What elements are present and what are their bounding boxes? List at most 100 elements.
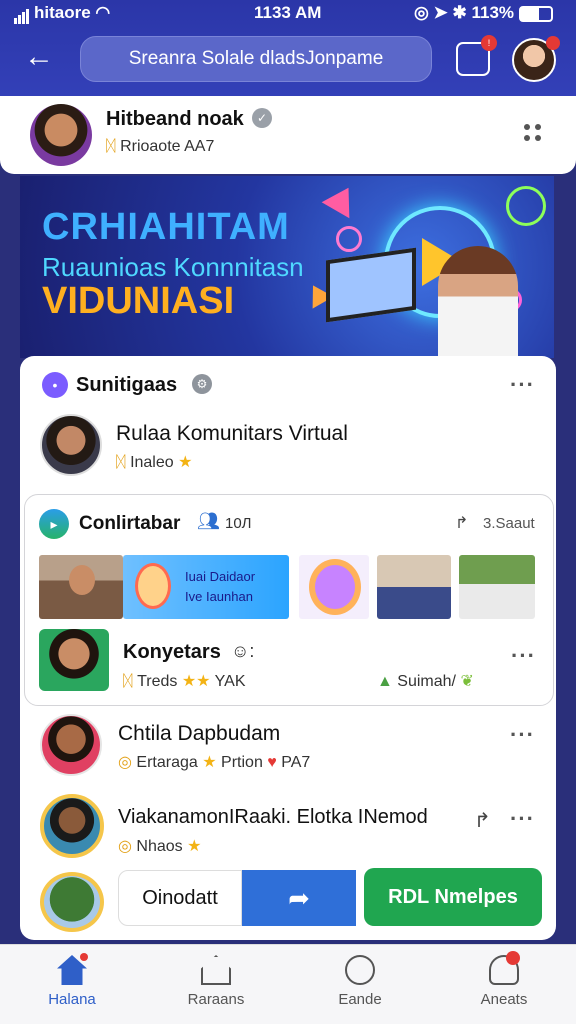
- list-item-tag: Ertaraga: [136, 754, 198, 771]
- summary-text: Suimah/: [397, 673, 456, 690]
- avatar[interactable]: [512, 36, 560, 82]
- more-icon[interactable]: ···: [510, 374, 535, 396]
- share-count: 3.Saaut: [483, 515, 535, 532]
- more-icon[interactable]: ···: [511, 645, 536, 667]
- search-bar[interactable]: Sreanra Solale dladsJonpame: [80, 36, 432, 82]
- list-item-avatar[interactable]: [40, 794, 104, 858]
- thumbnail[interactable]: [459, 555, 535, 619]
- list-item-avatar[interactable]: [40, 872, 104, 932]
- verified-icon: ✓: [252, 108, 272, 128]
- list-item-tag: PA7: [281, 754, 311, 771]
- community-sub: ᛞ Inaleo ★: [116, 452, 192, 472]
- banner-tagline: VIDUNIASI: [42, 280, 235, 322]
- share-icon[interactable]: !: [456, 35, 497, 76]
- tab-account[interactable]: Aneats: [432, 945, 576, 1024]
- list-item-sub: ◎ Ertaraga ★ Prtion ♥ PA7: [118, 754, 311, 771]
- tab-chat[interactable]: Eande: [288, 945, 432, 1024]
- more-icon[interactable]: ···: [510, 808, 535, 830]
- laptop-illustration: [326, 247, 416, 323]
- thumbnail-caption: Iuai Daidaor Ive Iaunhan: [185, 567, 255, 607]
- tab-home[interactable]: Halana: [0, 945, 144, 1024]
- back-arrow-icon[interactable]: ←: [24, 42, 60, 74]
- thumbnail[interactable]: [39, 555, 123, 619]
- tab-label: Raraans: [187, 991, 245, 1008]
- store-icon: [201, 955, 231, 985]
- banner-subtitle: Ruaunioas Konnnitasn: [42, 252, 304, 282]
- star-icon: ★: [202, 754, 217, 771]
- community-sub-text: Inaleo: [130, 454, 174, 471]
- thumbnail[interactable]: [299, 555, 369, 619]
- group-icon: •: [42, 372, 68, 398]
- clock: 1133 AM: [254, 3, 322, 22]
- list-item-avatar[interactable]: [40, 714, 102, 776]
- tab-label: Aneats: [480, 991, 528, 1008]
- carrier: hitaore ◠: [14, 3, 110, 24]
- signal-icon: [14, 4, 30, 24]
- notification-dot: [80, 953, 88, 961]
- notification-badge: !: [481, 35, 497, 51]
- person-illustration: [438, 246, 518, 358]
- emoji-icon: ☺:: [231, 641, 255, 661]
- thumbnail[interactable]: [377, 555, 451, 619]
- send-icon: ➦: [288, 882, 310, 913]
- settings-icon[interactable]: ⚙: [192, 374, 212, 394]
- conversation-card[interactable]: ▸ Conlirtabar 👥︎ 10Л ↱ 3.Saaut Iuai Daid…: [24, 494, 554, 706]
- battery: ◎ ➤ ✱ 113%: [414, 3, 553, 23]
- battery-icon: [518, 5, 553, 22]
- tab-store[interactable]: Raraans: [144, 945, 288, 1024]
- community-avatar[interactable]: [40, 414, 102, 476]
- group-title: Sunitigaas: [76, 374, 178, 396]
- people-icon: 👥︎: [197, 511, 220, 531]
- badge-icon: ᛞ: [106, 138, 116, 155]
- member-count: 10Л: [225, 515, 252, 532]
- community-name[interactable]: Rulaa Komunitars Virtual: [116, 422, 348, 446]
- badge-icon: ᛞ: [116, 454, 126, 471]
- profile-avatar: [30, 104, 92, 166]
- notification-badge: [546, 36, 560, 50]
- media-strip: Iuai Daidaor Ive Iaunhan: [39, 555, 549, 621]
- status-bar: hitaore ◠ 1133 AM ◎ ➤ ✱ 113%: [0, 0, 576, 26]
- chat-bubble-icon: ▸: [39, 509, 69, 539]
- profile-name: Hitbeand noak: [106, 108, 244, 130]
- chat-icon: [345, 955, 375, 985]
- secondary-action-button[interactable]: RDL Nmelpes: [364, 868, 542, 926]
- share-arrow-icon[interactable]: ↱: [474, 808, 491, 833]
- profile-card[interactable]: Hitbeand noak ✓ ᛞ Rrioaote AA7: [0, 96, 576, 174]
- conversation-title: Conlirtabar: [79, 513, 181, 534]
- star-icon: ★★: [181, 673, 211, 690]
- more-icon[interactable]: ···: [510, 724, 535, 746]
- participant-avatar[interactable]: [39, 629, 109, 691]
- banner-title: CRHIAHITAM: [42, 206, 290, 248]
- list-item-tag: Prtion: [221, 754, 263, 771]
- thumbnail-line: Ive Iaunhan: [185, 589, 253, 604]
- bottom-nav: Halana Raraans Eande Aneats: [0, 944, 576, 1024]
- tab-label: Eande: [338, 991, 382, 1008]
- grip-icon[interactable]: [524, 124, 542, 142]
- feed-card: • Sunitigaas ⚙ ··· Rulaa Komunitars Virt…: [20, 356, 556, 940]
- share-arrow-icon[interactable]: ↱: [455, 513, 468, 533]
- profile-subtitle: ᛞ Rrioaote AA7: [106, 138, 214, 156]
- participant-tags: ᛞ Treds ★★ YAK: [123, 673, 246, 690]
- participant-name: Konyetars: [123, 641, 221, 663]
- decor-icon: [336, 226, 362, 252]
- tags-suffix: YAK: [214, 673, 246, 690]
- upload-icon: ▲: [377, 673, 393, 690]
- summary[interactable]: ▲ Suimah/ ❦: [377, 671, 474, 691]
- star-icon: ★: [178, 454, 193, 471]
- tab-label: Halana: [48, 991, 96, 1008]
- decor-icon: [506, 186, 546, 226]
- profile-subtitle-text: Rrioaote AA7: [120, 138, 215, 155]
- thumbnail[interactable]: Iuai Daidaor Ive Iaunhan: [123, 555, 289, 619]
- list-item-tag: Nhaos: [136, 838, 183, 855]
- battery-label: 113%: [471, 3, 515, 22]
- thumbnail-line: Iuai Daidaor: [185, 569, 256, 584]
- send-button[interactable]: ➦: [242, 870, 356, 926]
- promo-banner[interactable]: CRHIAHITAM Ruaunioas Konnnitasn VIDUNIAS…: [20, 176, 554, 358]
- primary-action-button[interactable]: Oinodatt: [118, 870, 242, 926]
- list-item-title[interactable]: Chtila Dapbudam: [118, 722, 280, 746]
- carrier-label: hitaore: [34, 3, 91, 22]
- search-text: Sreanra Solale dladsJonpame: [128, 48, 384, 69]
- notification-dot: [506, 951, 520, 965]
- leaf-icon: ❦: [460, 673, 474, 690]
- list-item-title[interactable]: ViakanamonIRaaki. Elotka INemod: [118, 806, 428, 829]
